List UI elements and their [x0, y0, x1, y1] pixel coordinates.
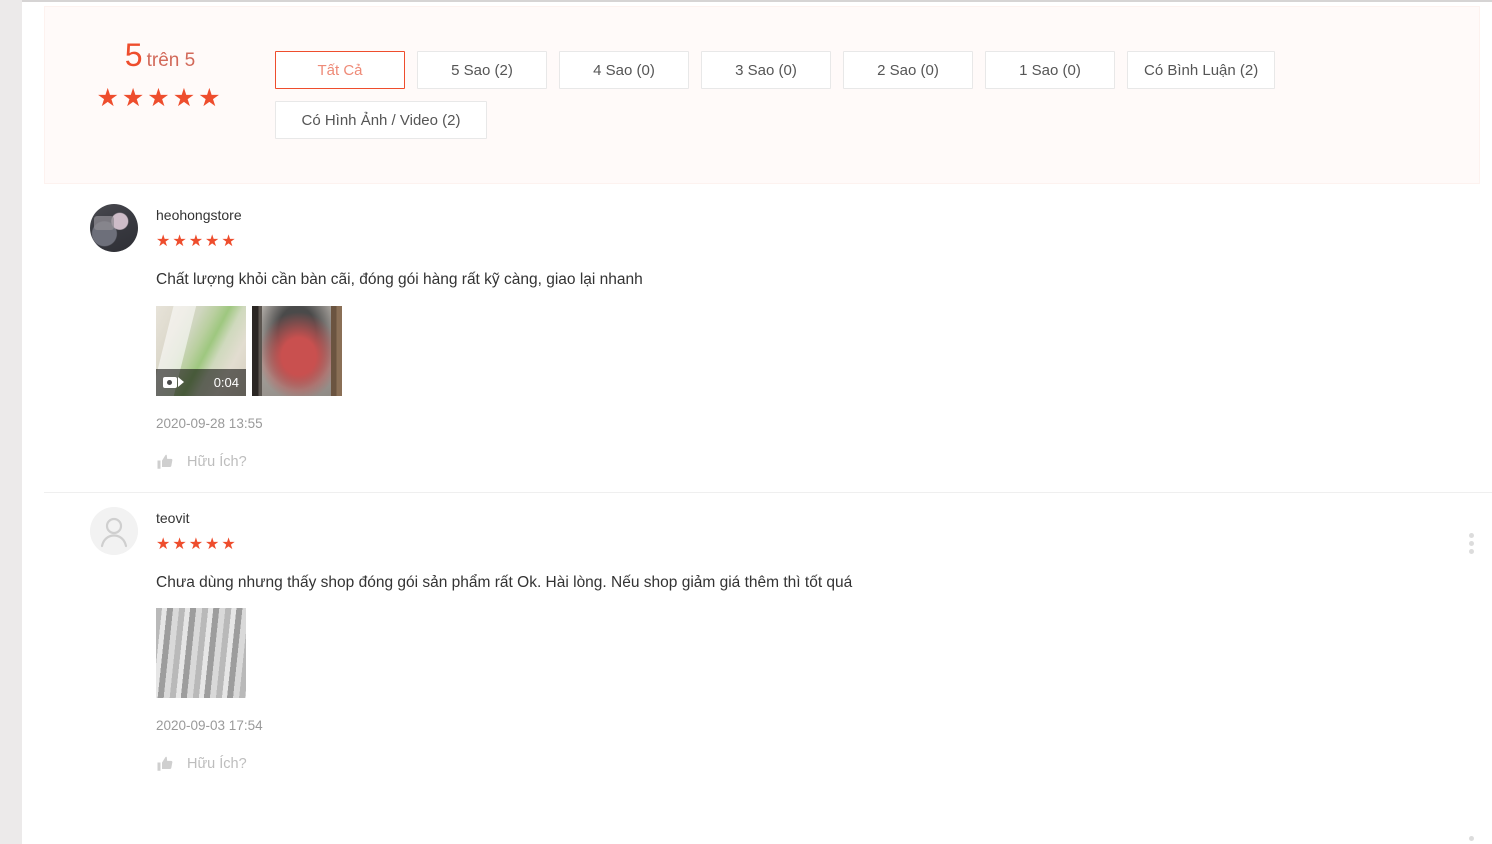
review-filter-label: Có Hình Ảnh / Video (2) [301, 111, 461, 129]
review-filter-group: Tất Cả 5 Sao (2) 4 Sao (0) 3 Sao (0) 2 Sao (… [275, 29, 1285, 139]
rating-score-line: 5 trên 5 [45, 39, 275, 71]
review-filter-button-6[interactable]: Có Bình Luận (2) [1127, 51, 1276, 89]
helpful-button[interactable]: Hữu Ích? [156, 453, 247, 471]
review-filter-button-2[interactable]: 4 Sao (0) [559, 51, 689, 89]
review-image-thumbnail[interactable] [156, 608, 246, 699]
review-body: Chưa dùng nhưng thấy shop đóng gói sản p… [156, 572, 1492, 779]
rating-overview: 5 trên 5 ★★★★★ [45, 29, 275, 111]
review-image-thumbnail[interactable] [252, 305, 342, 396]
review-header: heohongstore ★★★★★ [44, 204, 1492, 252]
review-filter-label: 2 Sao (0) [877, 61, 939, 79]
review-filter-label: Tất Cả [317, 61, 363, 79]
review-filter-button-0[interactable]: Tất Cả [275, 51, 405, 89]
review-filter-button-3[interactable]: 3 Sao (0) [701, 51, 831, 89]
review-more-options-icon[interactable] [1462, 835, 1480, 844]
review-stars-icon: ★★★★★ [156, 535, 238, 553]
rating-summary-panel: 5 trên 5 ★★★★★ Tất Cả 5 Sao (2) 4 Sao (0) 3 … [44, 6, 1480, 184]
review-media-row [156, 608, 1492, 699]
review-header: teovit ★★★★★ [44, 506, 1492, 555]
review-item: teovit ★★★★★ Chưa dùng nhưng thấy shop đón… [44, 491, 1492, 844]
review-filter-button-5[interactable]: 1 Sao (0) [985, 51, 1115, 89]
rating-score: 5 [124, 37, 143, 73]
avatar[interactable] [90, 506, 138, 555]
helpful-button[interactable]: Hữu Ích? [156, 755, 247, 773]
avatar[interactable] [90, 204, 138, 252]
review-timestamp: 2020-09-28 13:55 [156, 415, 263, 431]
reviewer-username[interactable]: teovit [156, 511, 238, 525]
reviewer-username[interactable]: heohongstore [156, 208, 242, 222]
review-media-row: 0:04 [156, 305, 1492, 396]
review-filter-button-7[interactable]: Có Hình Ảnh / Video (2) [275, 101, 487, 139]
page-sheet: 5 trên 5 ★★★★★ Tất Cả 5 Sao (2) 4 Sao (0) 3 … [22, 0, 1492, 844]
review-video-thumbnail[interactable]: 0:04 [156, 305, 246, 396]
video-camera-icon [163, 376, 184, 388]
thumbs-up-icon [156, 453, 174, 471]
review-stars-icon: ★★★★★ [156, 233, 238, 250]
thumbs-up-icon [156, 755, 174, 773]
review-filter-label: 4 Sao (0) [593, 61, 655, 79]
reviewer-info: heohongstore ★★★★★ [156, 204, 242, 250]
rating-out-of: trên 5 [146, 50, 196, 71]
review-text: Chưa dùng nhưng thấy shop đóng gói sản p… [156, 573, 853, 591]
review-body: Chất lượng khỏi cần bàn cãi, đóng gói hà… [156, 269, 1492, 476]
video-duration-label: 0:04 [213, 374, 239, 390]
helpful-label: Hữu Ích? [187, 453, 247, 470]
rating-stars-icon: ★★★★★ [96, 84, 224, 112]
review-filter-button-4[interactable]: 2 Sao (0) [843, 51, 973, 89]
video-duration-badge: 0:04 [156, 368, 246, 396]
reviewer-info: teovit ★★★★★ [156, 507, 238, 553]
review-filter-label: 5 Sao (2) [451, 61, 513, 79]
review-filter-button-1[interactable]: 5 Sao (2) [417, 51, 547, 89]
review-item: heohongstore ★★★★★ Chất lượng khỏi cần bàn… [44, 190, 1492, 554]
review-filter-label: 1 Sao (0) [1019, 61, 1081, 79]
review-list: heohongstore ★★★★★ Chất lượng khỏi cần bàn… [44, 190, 1492, 844]
review-timestamp: 2020-09-03 17:54 [156, 718, 263, 734]
helpful-label: Hữu Ích? [187, 756, 247, 773]
review-filter-label: Có Bình Luận (2) [1144, 61, 1259, 79]
review-text: Chất lượng khỏi cần bàn cãi, đóng gói hà… [156, 271, 643, 288]
review-filter-label: 3 Sao (0) [735, 61, 797, 79]
